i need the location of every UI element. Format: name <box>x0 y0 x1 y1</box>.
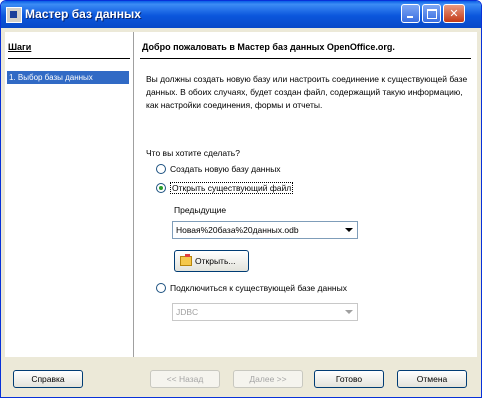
main-content: Добро пожаловать в Мастер баз данных Ope… <box>134 32 477 357</box>
radio-connect-existing[interactable] <box>156 283 166 293</box>
steps-panel: Шаги 1. Выбор базы данных <box>5 32 134 357</box>
minimize-icon <box>407 16 413 18</box>
next-button[interactable]: Далее >> <box>233 370 303 388</box>
finish-button[interactable]: Готово <box>314 370 384 388</box>
option-create-new-label: Создать новую базу данных <box>170 164 281 174</box>
window-title: Мастер баз данных <box>25 7 141 21</box>
heading-divider <box>140 58 471 59</box>
maximize-icon <box>427 9 437 19</box>
back-button[interactable]: << Назад <box>150 370 220 388</box>
title-bar[interactable]: Мастер баз данных ✕ <box>1 1 481 28</box>
steps-title: Шаги <box>8 42 32 52</box>
option-connect-existing-label: Подключиться к существующей базе данных <box>170 283 347 293</box>
folder-open-icon <box>180 254 192 266</box>
option-open-existing-label: Открыть существующий файл <box>170 182 294 194</box>
option-open-existing[interactable]: Открыть существующий файл <box>156 182 294 194</box>
open-file-label: Открыть... <box>195 256 236 266</box>
question-label: Что вы хотите сделать? <box>146 148 240 158</box>
chevron-down-icon[interactable] <box>345 228 353 232</box>
option-connect-existing[interactable]: Подключиться к существующей базе данных <box>156 282 347 294</box>
open-file-button[interactable]: Открыть... <box>174 250 249 272</box>
page-heading: Добро пожаловать в Мастер баз данных Ope… <box>142 42 395 52</box>
wizard-window: Мастер баз данных ✕ Шаги 1. Выбор базы д… <box>0 0 482 398</box>
database-icon <box>6 7 22 23</box>
radio-open-existing[interactable] <box>156 183 166 193</box>
radio-create-new[interactable] <box>156 164 166 174</box>
step-item-select-database[interactable]: 1. Выбор базы данных <box>7 71 129 84</box>
maximize-button[interactable] <box>422 4 441 23</box>
previous-files-label: Предыдущие <box>174 205 227 215</box>
option-create-new[interactable]: Создать новую базу данных <box>156 163 281 175</box>
description-text: Вы должны создать новую базу или настрои… <box>146 74 468 110</box>
steps-divider <box>8 58 130 59</box>
minimize-button[interactable] <box>401 4 420 23</box>
close-button[interactable]: ✕ <box>443 4 465 23</box>
close-icon: ✕ <box>449 7 459 20</box>
connection-type-dropdown[interactable]: JDBC <box>172 303 358 321</box>
chevron-down-icon[interactable] <box>345 310 353 314</box>
help-button[interactable]: Справка <box>13 370 83 388</box>
connection-type-value: JDBC <box>176 307 199 317</box>
previous-files-dropdown[interactable]: Новая%20база%20данных.odb <box>172 221 358 239</box>
cancel-button[interactable]: Отмена <box>397 370 467 388</box>
previous-files-value: Новая%20база%20данных.odb <box>176 225 299 235</box>
